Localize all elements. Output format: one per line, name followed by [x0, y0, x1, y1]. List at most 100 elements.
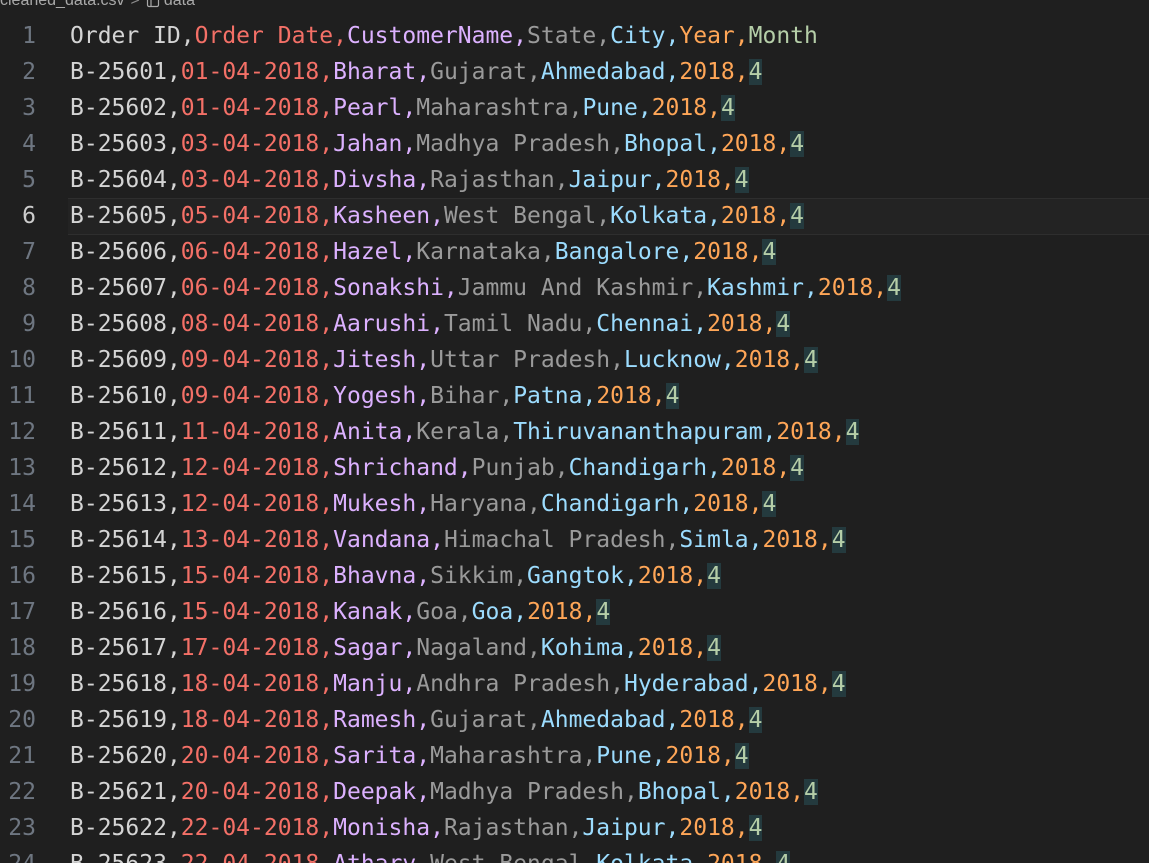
- code-line[interactable]: 10 B-25609,09-04-2018,Jitesh,Uttar Prades…: [0, 342, 1149, 378]
- csv-field: Order ID: [70, 23, 181, 49]
- breadcrumb-folder[interactable]: data: [164, 0, 195, 10]
- csv-field: Kashmir: [707, 275, 804, 301]
- line-number: 7: [22, 239, 36, 265]
- code-line[interactable]: 9 B-25608,08-04-2018,Aarushi,Tamil Nadu,C…: [0, 306, 1149, 342]
- csv-comma: ,: [319, 131, 334, 157]
- csv-comma: ,: [499, 383, 514, 409]
- csv-comma: ,: [665, 527, 680, 553]
- csv-comma: ,: [402, 671, 417, 697]
- csv-field: Kanak: [333, 599, 403, 625]
- code-line[interactable]: 16 B-25615,15-04-2018,Bhavna,Sikkim,Gangt…: [0, 558, 1149, 594]
- code-line[interactable]: 17 B-25616,15-04-2018,Kanak,Goa,Goa,2018,…: [0, 594, 1149, 630]
- csv-comma: ,: [527, 491, 541, 517]
- code-line[interactable]: 19 B-25618,18-04-2018,Manju,Andhra Prades…: [0, 666, 1149, 702]
- csv-field: 4: [845, 419, 860, 445]
- csv-field: B-25602: [70, 95, 167, 121]
- csv-comma: ,: [707, 95, 721, 121]
- csv-comma: ,: [554, 455, 569, 481]
- code-line[interactable]: 1 Order ID,Order Date,CustomerName,State,…: [0, 18, 1149, 54]
- csv-comma: ,: [166, 671, 181, 697]
- csv-comma: ,: [457, 455, 472, 481]
- csv-comma: ,: [513, 599, 528, 625]
- code-text: B-25605,05-04-2018,Kasheen,West Bengal,K…: [70, 198, 805, 234]
- csv-field: Bihar: [430, 383, 500, 409]
- code-line[interactable]: 13 B-25612,12-04-2018,Shrichand,Punjab,Ch…: [0, 450, 1149, 486]
- csv-field: Rajasthan: [443, 815, 569, 841]
- csv-comma: ,: [166, 275, 181, 301]
- csv-comma: ,: [762, 419, 777, 445]
- code-line[interactable]: 12 B-25611,11-04-2018,Anita,Kerala,Thiruv…: [0, 414, 1149, 450]
- csv-comma: ,: [319, 599, 334, 625]
- code-line[interactable]: 4 B-25603,03-04-2018,Jahan,Madhya Pradesh…: [0, 126, 1149, 162]
- csv-comma: ,: [790, 779, 805, 805]
- csv-comma: ,: [319, 347, 334, 373]
- csv-field: 11-04-2018: [180, 419, 320, 445]
- code-text: B-25610,09-04-2018,Yogesh,Bihar,Patna,20…: [70, 378, 680, 414]
- csv-comma: ,: [582, 383, 597, 409]
- csv-field: 4: [734, 167, 749, 193]
- csv-comma: ,: [803, 275, 818, 301]
- csv-comma: ,: [651, 383, 666, 409]
- csv-field: 01-04-2018: [180, 59, 320, 85]
- csv-field: 12-04-2018: [180, 455, 320, 481]
- csv-field: Bhavna: [333, 563, 417, 589]
- csv-comma: ,: [166, 779, 181, 805]
- code-line[interactable]: 22 B-25621,20-04-2018,Deepak,Madhya Prade…: [0, 774, 1149, 810]
- code-line[interactable]: 14 B-25613,12-04-2018,Mukesh,Haryana,Chan…: [0, 486, 1149, 522]
- breadcrumb-file[interactable]: cleaned_data.csv: [0, 0, 125, 10]
- code-line[interactable]: 15 B-25614,13-04-2018,Vandana,Himachal Pr…: [0, 522, 1149, 558]
- csv-field: Goa: [416, 599, 458, 625]
- code-editor[interactable]: cleaned_data.csv > data 1 Order ID,Order …: [0, 0, 1149, 863]
- code-text: B-25602,01-04-2018,Pearl,Maharashtra,Pun…: [70, 90, 735, 126]
- line-number: 15: [8, 527, 36, 553]
- csv-comma: ,: [319, 275, 334, 301]
- csv-comma: ,: [693, 275, 708, 301]
- code-line[interactable]: 7 B-25606,06-04-2018,Hazel,Karnataka,Bang…: [0, 234, 1149, 270]
- csv-comma: ,: [319, 491, 334, 517]
- code-line[interactable]: 6 B-25605,05-04-2018,Kasheen,West Bengal,…: [0, 198, 1149, 235]
- csv-field: B-25609: [70, 347, 167, 373]
- csv-comma: ,: [679, 491, 694, 517]
- csv-field: 4: [748, 815, 763, 841]
- csv-comma: ,: [416, 563, 431, 589]
- line-number: 14: [8, 491, 36, 517]
- csv-field: Sarita: [333, 743, 417, 769]
- code-line[interactable]: 21 B-25620,20-04-2018,Sarita,Maharashtra,…: [0, 738, 1149, 774]
- code-line[interactable]: 2 B-25601,01-04-2018,Bharat,Gujarat,Ahmed…: [0, 54, 1149, 90]
- csv-field: Kohima: [540, 635, 624, 661]
- csv-field: B-25608: [70, 311, 167, 337]
- code-line[interactable]: 5 B-25604,03-04-2018,Divsha,Rajasthan,Jai…: [0, 162, 1149, 198]
- code-text: B-25616,15-04-2018,Kanak,Goa,Goa,2018,4: [70, 594, 611, 630]
- csv-field: B-25614: [70, 527, 167, 553]
- csv-field: 2018: [693, 239, 749, 265]
- csv-field: 2018: [817, 275, 874, 301]
- csv-comma: ,: [748, 527, 763, 553]
- csv-field: 03-04-2018: [180, 131, 320, 157]
- csv-field: 2018: [679, 59, 735, 85]
- code-line[interactable]: 11 B-25610,09-04-2018,Yogesh,Bihar,Patna,…: [0, 378, 1149, 414]
- csv-comma: ,: [166, 491, 181, 517]
- code-line[interactable]: 23 B-25622,22-04-2018,Monisha,Rajasthan,J…: [0, 810, 1149, 846]
- csv-comma: ,: [416, 167, 431, 193]
- csv-comma: ,: [319, 635, 334, 661]
- csv-comma: ,: [180, 23, 195, 49]
- csv-field: Lucknow: [623, 347, 721, 373]
- code-line[interactable]: 3 B-25602,01-04-2018,Pearl,Maharashtra,Pu…: [0, 90, 1149, 126]
- line-number: 22: [8, 779, 36, 805]
- code-line[interactable]: 8 B-25607,06-04-2018,Sonakshi,Jammu And K…: [0, 270, 1149, 306]
- csv-comma: ,: [166, 131, 181, 157]
- code-line[interactable]: 18 B-25617,17-04-2018,Sagar,Nagaland,Kohi…: [0, 630, 1149, 666]
- csv-field: 4: [734, 743, 749, 769]
- csv-comma: ,: [748, 239, 763, 265]
- csv-comma: ,: [873, 275, 888, 301]
- csv-field: 4: [790, 131, 805, 157]
- code-line[interactable]: 20 B-25619,18-04-2018,Ramesh,Gujarat,Ahme…: [0, 702, 1149, 738]
- csv-comma: ,: [319, 671, 334, 697]
- code-line[interactable]: 24B-25623,22-04-2018,Atharv,West Bengal,…: [0, 846, 1149, 863]
- csv-field: B-25622: [70, 815, 167, 841]
- csv-field: Chandigarh: [540, 491, 680, 517]
- csv-comma: ,: [665, 707, 680, 733]
- csv-comma: ,: [582, 851, 596, 863]
- csv-comma: ,: [817, 527, 832, 553]
- csv-comma: ,: [166, 383, 181, 409]
